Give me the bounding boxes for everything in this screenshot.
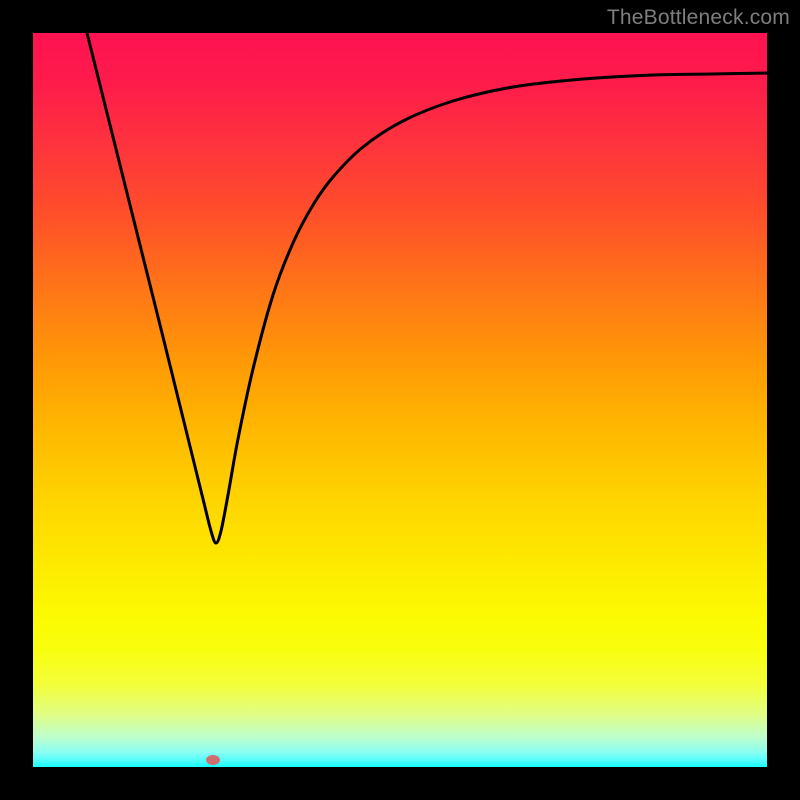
chart-frame: TheBottleneck.com xyxy=(0,0,800,800)
watermark-text: TheBottleneck.com xyxy=(607,6,790,30)
plot-area xyxy=(33,33,767,767)
bottleneck-curve xyxy=(33,33,767,767)
minimum-marker xyxy=(206,755,220,765)
